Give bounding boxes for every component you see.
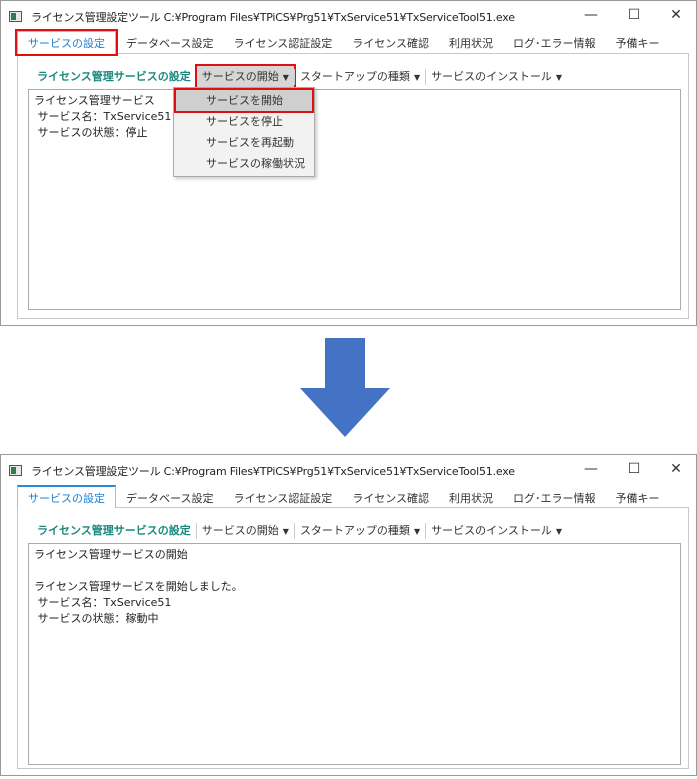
output-line: ライセンス管理サービスの開始: [34, 548, 188, 561]
output-line: サービス名：TxService51: [34, 110, 172, 123]
service-start-label: サービスの開始: [201, 70, 279, 83]
tab-license-auth[interactable]: ライセンス認証設定: [223, 32, 342, 55]
minimize-button[interactable]: —: [576, 459, 606, 479]
window-before: ライセンス管理設定ツール C:¥Program Files¥TPiCS¥Prg5…: [0, 0, 697, 326]
startup-type-dropdown[interactable]: スタートアップの種類 ▼: [295, 520, 425, 542]
tab-database[interactable]: データベース設定: [116, 32, 223, 55]
service-start-dropdown[interactable]: サービスの開始 ▼: [197, 520, 294, 542]
startup-type-label: スタートアップの種類: [299, 70, 410, 83]
startup-type-dropdown[interactable]: スタートアップの種類 ▼: [295, 66, 425, 88]
output-line: サービス名：TxService51: [34, 596, 172, 609]
window-title: ライセンス管理設定ツール C:¥Program Files¥TPiCS¥Prg5…: [31, 11, 515, 24]
service-install-dropdown[interactable]: サービスのインストール ▼: [426, 66, 567, 88]
chevron-down-icon: ▼: [555, 73, 563, 82]
toolbar-label: ライセンス管理サービスの設定: [37, 70, 191, 83]
output-line: サービスの状態：停止: [34, 126, 148, 139]
tab-log-error[interactable]: ログ･エラー情報: [503, 32, 606, 55]
chevron-down-icon: ▼: [413, 73, 421, 82]
chevron-down-icon: ▼: [282, 527, 289, 536]
tab-panel: ライセンス管理サービスの設定 サービスの開始 ▼ スタートアップの種類 ▼ サービスのイン…: [17, 507, 689, 769]
service-start-dropdown[interactable]: サービスの開始 ▼: [194, 64, 296, 90]
down-arrow-icon: [300, 338, 390, 437]
menu-item-stop-service[interactable]: サービスを停止: [176, 111, 312, 132]
tab-bar: サービスの設定 データベース設定 ライセンス認証設定 ライセンス確認 利用状況 ログ･エラ…: [17, 485, 670, 508]
menu-item-restart-service[interactable]: サービスを再起動: [176, 132, 312, 153]
startup-type-label: スタートアップの種類: [299, 524, 410, 537]
window-after: ライセンス管理設定ツール C:¥Program Files¥TPiCS¥Prg5…: [0, 454, 697, 776]
output-line: ライセンス管理サービスを開始しました。: [34, 580, 243, 593]
tab-service-settings[interactable]: サービスの設定: [17, 485, 116, 508]
output-textbox[interactable]: ライセンス管理サービスの開始 ライセンス管理サービスを開始しました。 サービス名…: [28, 543, 681, 765]
toolbar: ライセンス管理サービスの設定 サービスの開始 ▼ スタートアップの種類 ▼ サービスのイン…: [32, 520, 567, 542]
service-install-label: サービスのインストール: [431, 70, 552, 83]
menu-item-start-service[interactable]: サービスを開始: [174, 88, 314, 113]
service-install-dropdown[interactable]: サービスのインストール ▼: [426, 520, 567, 542]
tab-license-check[interactable]: ライセンス確認: [342, 32, 439, 55]
app-icon: [9, 465, 22, 476]
chevron-down-icon: ▼: [555, 527, 563, 536]
chevron-down-icon: ▼: [413, 527, 421, 536]
service-start-label: サービスの開始: [201, 524, 279, 537]
output-textbox[interactable]: ライセンス管理サービス サービス名：TxService51 サービスの状態：停止: [28, 89, 681, 310]
chevron-down-icon: ▼: [282, 73, 289, 82]
tab-service-settings[interactable]: サービスの設定: [15, 29, 118, 56]
service-start-menu: サービスを開始 サービスを停止 サービスを再起動 サービスの稼働状況: [173, 87, 315, 177]
close-button[interactable]: ✕: [661, 5, 691, 25]
tab-spare-key[interactable]: 予備キー: [606, 32, 670, 55]
service-install-label: サービスのインストール: [431, 524, 552, 537]
tab-usage[interactable]: 利用状況: [439, 32, 503, 55]
window-title: ライセンス管理設定ツール C:¥Program Files¥TPiCS¥Prg5…: [31, 465, 515, 478]
menu-item-service-status[interactable]: サービスの稼働状況: [176, 153, 312, 174]
toolbar: ライセンス管理サービスの設定 サービスの開始 ▼ スタートアップの種類 ▼ サービスのイン…: [32, 64, 567, 90]
minimize-button[interactable]: —: [576, 5, 606, 25]
maximize-button[interactable]: ☐: [619, 459, 649, 479]
app-icon: [9, 11, 22, 22]
tab-panel: ライセンス管理サービスの設定 サービスの開始 ▼ スタートアップの種類 ▼ サービスのイン…: [17, 53, 689, 319]
close-button[interactable]: ✕: [661, 459, 691, 479]
toolbar-label: ライセンス管理サービスの設定: [37, 524, 191, 537]
title-bar: ライセンス管理設定ツール C:¥Program Files¥TPiCS¥Prg5…: [1, 455, 696, 483]
output-line: ライセンス管理サービス: [34, 94, 155, 107]
tab-bar: サービスの設定 データベース設定 ライセンス認証設定 ライセンス確認 利用状況 ログ･エラ…: [15, 29, 670, 56]
title-bar: ライセンス管理設定ツール C:¥Program Files¥TPiCS¥Prg5…: [1, 1, 696, 29]
output-line: サービスの状態：稼動中: [34, 612, 159, 625]
maximize-button[interactable]: ☐: [619, 5, 649, 25]
